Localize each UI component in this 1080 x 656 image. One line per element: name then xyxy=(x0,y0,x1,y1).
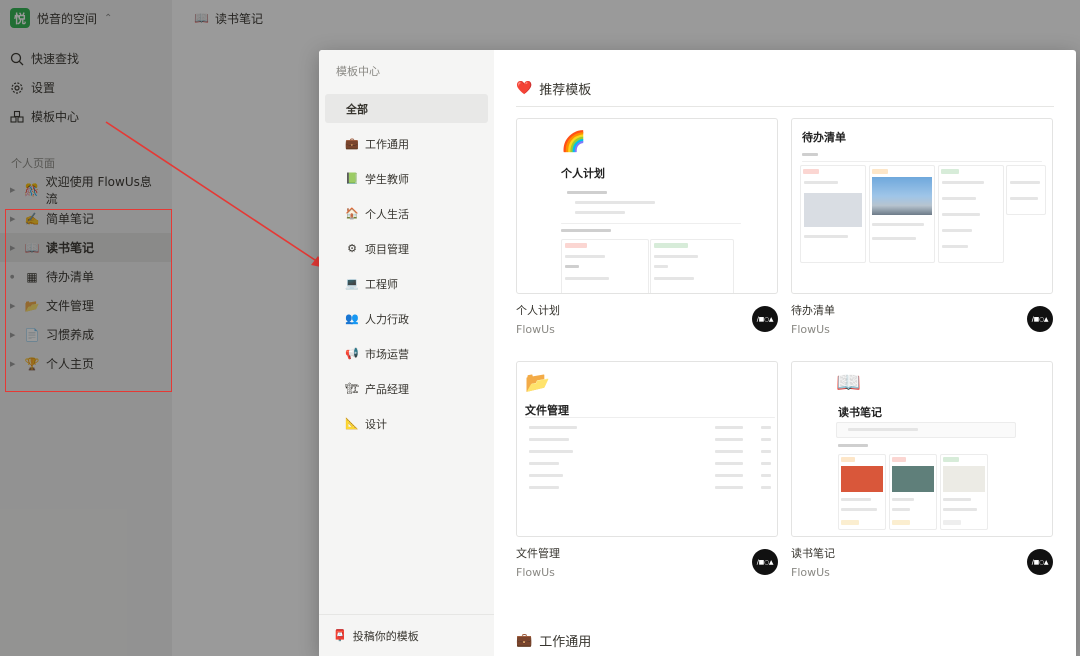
template-title: 个人计划 xyxy=(516,304,560,317)
template-categories-panel: 模板中心 全部 💼 工作通用 📗 学生教师 🏠 个人生活 ⚙ 项目管理 💻 工程… xyxy=(319,50,494,656)
category-student-teacher[interactable]: 📗 学生教师 xyxy=(325,164,488,193)
template-author: FlowUs xyxy=(516,566,555,579)
folder-icon: 📂 xyxy=(525,370,550,394)
category-work[interactable]: 💼 工作通用 xyxy=(325,129,488,158)
flowus-badge-icon: /■○▲ xyxy=(752,549,778,575)
template-card-todo-list[interactable]: 待办清单 待办清单 FlowUs /■○▲ xyxy=(791,118,1053,361)
category-label: 工作通用 xyxy=(365,137,409,151)
template-preview[interactable]: 📂 文件管理 xyxy=(516,361,778,537)
category-personal-life[interactable]: 🏠 个人生活 xyxy=(325,199,488,228)
template-card-meta: 待办清单 FlowUs /■○▲ xyxy=(791,302,1053,336)
category-label: 个人生活 xyxy=(365,207,409,221)
category-hr-admin[interactable]: 👥 人力行政 xyxy=(325,304,488,333)
preview-title: 待办清单 xyxy=(802,131,846,144)
mailbox-icon: 📮 xyxy=(333,629,347,642)
category-label: 学生教师 xyxy=(365,172,409,186)
template-card-personal-plan[interactable]: 🌈 个人计划 个人计划 FlowUs /■○▲ xyxy=(516,118,778,361)
heart-icon: ❤️ xyxy=(516,80,533,96)
category-label: 市场运营 xyxy=(365,347,409,361)
work-section-heading: 💼 工作通用 xyxy=(516,630,591,650)
submit-template-label: 投稿你的模板 xyxy=(352,629,419,643)
template-title: 文件管理 xyxy=(516,547,560,560)
template-title: 读书笔记 xyxy=(791,547,835,560)
book-icon: 📗 xyxy=(345,172,359,185)
briefcase-icon: 💼 xyxy=(345,137,359,150)
book-icon: 📖 xyxy=(836,370,861,394)
category-label: 设计 xyxy=(365,417,387,431)
template-author: FlowUs xyxy=(791,323,830,336)
people-icon: 👥 xyxy=(345,312,359,325)
template-card-file-management[interactable]: 📂 文件管理 文件管理 FlowUs /■○▲ xyxy=(516,361,778,604)
template-gallery: ❤️ 推荐模板 🌈 个人计划 个人计划 FlowUs /■○▲ 待办清单 待办清… xyxy=(494,50,1076,656)
template-preview[interactable]: 📖 读书笔记 xyxy=(791,361,1053,537)
house-icon: 🏠 xyxy=(345,207,359,220)
category-label: 工程师 xyxy=(365,277,398,291)
flowus-badge-icon: /■○▲ xyxy=(1027,549,1053,575)
category-label: 产品经理 xyxy=(365,382,409,396)
recommended-section-heading: ❤️ 推荐模板 xyxy=(516,78,1054,98)
category-all[interactable]: 全部 xyxy=(325,94,488,123)
briefcase-icon: 💼 xyxy=(516,632,533,648)
template-card-meta: 读书笔记 FlowUs /■○▲ xyxy=(791,545,1053,579)
rainbow-icon: 🌈 xyxy=(561,129,586,153)
ruler-icon: 📐 xyxy=(345,417,359,430)
flowus-badge-icon: /■○▲ xyxy=(1027,306,1053,332)
section-heading-label: 推荐模板 xyxy=(539,82,592,98)
section-divider xyxy=(516,106,1054,107)
category-label: 全部 xyxy=(346,102,368,116)
template-preview[interactable]: 待办清单 xyxy=(791,118,1053,294)
megaphone-icon: 📢 xyxy=(345,347,359,360)
template-author: FlowUs xyxy=(516,323,555,336)
annotation-highlight-box xyxy=(5,209,172,392)
category-project-management[interactable]: ⚙ 项目管理 xyxy=(325,234,488,263)
preview-title: 读书笔记 xyxy=(838,406,882,419)
template-center-modal: 模板中心 全部 💼 工作通用 📗 学生教师 🏠 个人生活 ⚙ 项目管理 💻 工程… xyxy=(319,50,1076,656)
laptop-icon: 💻 xyxy=(345,277,359,290)
submit-template-button[interactable]: 📮 投稿你的模板 xyxy=(319,614,494,656)
flowus-badge-icon: /■○▲ xyxy=(752,306,778,332)
category-label: 人力行政 xyxy=(365,312,409,326)
category-design[interactable]: 📐 设计 xyxy=(325,409,488,438)
gear-icon: ⚙ xyxy=(347,242,357,255)
category-product-manager[interactable]: 🏗 产品经理 xyxy=(325,374,488,403)
category-label: 项目管理 xyxy=(365,242,409,256)
preview-title: 文件管理 xyxy=(525,404,569,417)
template-grid: 🌈 个人计划 个人计划 FlowUs /■○▲ 待办清单 待办清单 FlowUs… xyxy=(516,118,1054,604)
template-author: FlowUs xyxy=(791,566,830,579)
template-card-meta: 个人计划 FlowUs /■○▲ xyxy=(516,302,778,336)
template-preview[interactable]: 🌈 个人计划 xyxy=(516,118,778,294)
category-marketing[interactable]: 📢 市场运营 xyxy=(325,339,488,368)
section-heading-label: 工作通用 xyxy=(539,634,592,650)
template-center-title: 模板中心 xyxy=(336,65,380,78)
category-engineer[interactable]: 💻 工程师 xyxy=(325,269,488,298)
building-icon: 🏗 xyxy=(345,382,359,395)
template-title: 待办清单 xyxy=(791,304,835,317)
template-card-reading-notes[interactable]: 📖 读书笔记 读书笔记 FlowUs /■○▲ xyxy=(791,361,1053,604)
preview-title: 个人计划 xyxy=(561,167,605,180)
template-card-meta: 文件管理 FlowUs /■○▲ xyxy=(516,545,778,579)
